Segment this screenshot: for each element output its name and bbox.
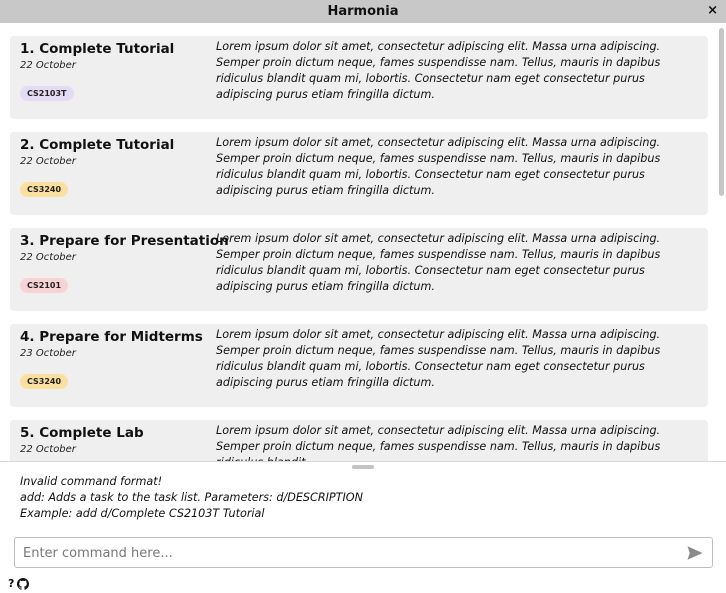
split-divider <box>0 461 726 462</box>
footer-icons: ? <box>8 577 30 591</box>
task-tag-badge: CS3240 <box>20 182 69 197</box>
task-card[interactable]: 2. Complete Tutorial 22 October CS3240 Lore… <box>10 132 708 215</box>
split-drag-handle[interactable] <box>352 465 374 469</box>
close-icon[interactable]: × <box>707 3 718 19</box>
task-description: Lorem ipsum dolor sit amet, consectetur … <box>216 232 661 293</box>
task-description: Lorem ipsum dolor sit amet, consectetur … <box>216 424 661 461</box>
command-input[interactable] <box>23 543 673 563</box>
task-tag-badge: CS2101 <box>20 278 69 293</box>
task-card[interactable]: 1. Complete Tutorial 22 October CS2103T Lor… <box>10 36 708 119</box>
task-title: 2. Complete Tutorial <box>20 137 175 153</box>
task-list: 1. Complete Tutorial 22 October CS2103T Lor… <box>10 36 710 461</box>
task-tag-badge: CS3240 <box>20 374 69 389</box>
title-bar: Harmonia × <box>0 0 726 23</box>
task-tag-badge: CS2103T <box>20 86 74 101</box>
task-title: 3. Prepare for Presentation <box>20 233 229 249</box>
task-description: Lorem ipsum dolor sit amet, consectetur … <box>216 136 661 197</box>
task-title: 5. Complete Lab <box>20 425 144 441</box>
task-date: 22 October <box>20 444 76 455</box>
result-line-error: Invalid command format! <box>20 475 163 488</box>
task-description: Lorem ipsum dolor sit amet, consectetur … <box>216 328 661 389</box>
task-card[interactable]: 3. Prepare for Presentation 22 October CS2… <box>10 228 708 311</box>
task-date: 22 October <box>20 156 76 167</box>
task-title: 4. Prepare for Midterms <box>20 329 203 345</box>
task-list-scrollbar-thumb[interactable] <box>719 28 724 196</box>
task-card[interactable]: 4. Prepare for Midterms 23 October CS3240 L… <box>10 324 708 407</box>
task-date: 22 October <box>20 252 76 263</box>
help-icon[interactable]: ? <box>8 578 14 590</box>
task-description: Lorem ipsum dolor sit amet, consectetur … <box>216 40 661 101</box>
send-icon[interactable] <box>686 544 704 562</box>
window-title: Harmonia <box>327 4 399 19</box>
task-title: 1. Complete Tutorial <box>20 41 175 57</box>
task-date: 23 October <box>20 348 76 359</box>
task-card[interactable]: 5. Complete Lab 22 October Lorem ipsum dol… <box>10 420 708 461</box>
github-icon[interactable] <box>17 578 30 590</box>
result-line-example: Example: add d/Complete CS2103T Tutorial <box>20 507 265 520</box>
command-box <box>14 537 713 568</box>
task-list-panel[interactable]: 1. Complete Tutorial 22 October CS2103T Lor… <box>0 23 726 461</box>
result-line-usage: add: Adds a task to the task list. Param… <box>20 491 363 504</box>
task-date: 22 October <box>20 60 76 71</box>
result-display: Invalid command format! add: Adds a task… <box>20 474 710 522</box>
